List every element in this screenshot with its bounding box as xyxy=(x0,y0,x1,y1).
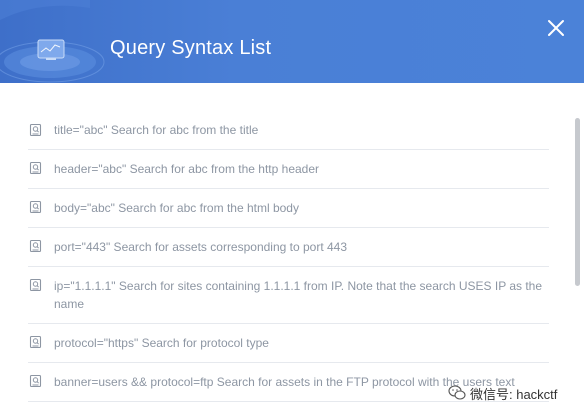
monitor-illustration-icon xyxy=(0,0,105,83)
bottom-fade xyxy=(0,405,584,419)
close-icon[interactable] xyxy=(544,16,568,40)
syntax-list-item[interactable]: title="abc" Search for abc from the titl… xyxy=(28,112,549,150)
syntax-list-item[interactable]: protocol="https" Search for protocol typ… xyxy=(28,324,549,363)
syntax-item-text: title="abc" Search for abc from the titl… xyxy=(54,123,259,137)
syntax-item-text: ip="1.1.1.1" Search for sites containing… xyxy=(54,279,543,311)
syntax-list-container[interactable]: title="abc" Search for abc from the titl… xyxy=(0,83,584,419)
watermark: 微信号: hackctf xyxy=(448,382,557,404)
document-search-icon xyxy=(29,161,42,175)
syntax-list-item[interactable]: body="abc" Search for abc from the html … xyxy=(28,189,549,228)
document-search-icon xyxy=(29,335,42,349)
document-search-icon xyxy=(29,123,42,137)
syntax-list-item[interactable]: port="443" Search for assets correspondi… xyxy=(28,228,549,267)
syntax-item-text: port="443" Search for assets correspondi… xyxy=(54,240,348,254)
syntax-item-text: header="abc" Search for abc from the htt… xyxy=(54,162,320,176)
document-search-icon xyxy=(29,374,42,388)
document-search-icon xyxy=(29,278,42,292)
wechat-icon xyxy=(448,385,466,400)
document-search-icon xyxy=(29,239,42,253)
scrollbar-thumb[interactable] xyxy=(575,118,580,286)
syntax-list-item[interactable]: header="abc" Search for abc from the htt… xyxy=(28,150,549,189)
watermark-text: 微信号: hackctf xyxy=(470,386,558,402)
dialog-title: Query Syntax List xyxy=(110,37,272,59)
query-syntax-dialog: Query Syntax List title="abc" Search for… xyxy=(0,0,584,419)
document-search-icon xyxy=(29,200,42,214)
syntax-list: title="abc" Search for abc from the titl… xyxy=(28,112,549,402)
syntax-item-text: body="abc" Search for abc from the html … xyxy=(54,201,299,215)
dialog-header: Query Syntax List xyxy=(0,0,584,83)
syntax-item-text: protocol="https" Search for protocol typ… xyxy=(54,336,269,350)
syntax-list-item[interactable]: ip="1.1.1.1" Search for sites containing… xyxy=(28,267,549,324)
